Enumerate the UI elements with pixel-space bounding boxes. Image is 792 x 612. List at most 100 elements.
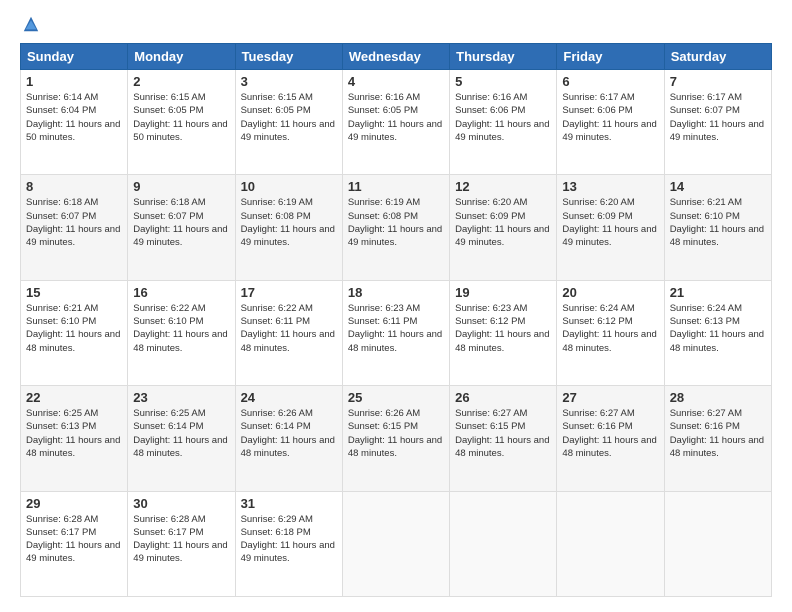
day-number: 26 xyxy=(455,390,551,405)
weekday-header-wednesday: Wednesday xyxy=(342,44,449,70)
daylight-label: Daylight: 11 hours and 48 minutes. xyxy=(670,224,764,248)
sunrise-label: Sunrise: 6:23 AM xyxy=(348,303,420,314)
day-number: 7 xyxy=(670,74,766,89)
logo xyxy=(20,15,40,33)
day-info: Sunrise: 6:28 AM Sunset: 6:17 PM Dayligh… xyxy=(26,513,122,566)
calendar-cell: 3 Sunrise: 6:15 AM Sunset: 6:05 PM Dayli… xyxy=(235,70,342,175)
day-info: Sunrise: 6:21 AM Sunset: 6:10 PM Dayligh… xyxy=(26,302,122,355)
sunrise-label: Sunrise: 6:19 AM xyxy=(241,197,313,208)
daylight-label: Daylight: 11 hours and 48 minutes. xyxy=(26,329,120,353)
day-info: Sunrise: 6:23 AM Sunset: 6:12 PM Dayligh… xyxy=(455,302,551,355)
sunrise-label: Sunrise: 6:29 AM xyxy=(241,514,313,525)
day-number: 3 xyxy=(241,74,337,89)
calendar-cell xyxy=(450,491,557,596)
day-number: 19 xyxy=(455,285,551,300)
day-number: 22 xyxy=(26,390,122,405)
day-number: 21 xyxy=(670,285,766,300)
daylight-label: Daylight: 11 hours and 49 minutes. xyxy=(26,540,120,564)
day-number: 14 xyxy=(670,179,766,194)
calendar-cell: 15 Sunrise: 6:21 AM Sunset: 6:10 PM Dayl… xyxy=(21,280,128,385)
day-number: 18 xyxy=(348,285,444,300)
daylight-label: Daylight: 11 hours and 48 minutes. xyxy=(670,329,764,353)
sunset-label: Sunset: 6:13 PM xyxy=(670,316,740,327)
week-row-4: 22 Sunrise: 6:25 AM Sunset: 6:13 PM Dayl… xyxy=(21,386,772,491)
daylight-label: Daylight: 11 hours and 49 minutes. xyxy=(348,224,442,248)
day-number: 10 xyxy=(241,179,337,194)
sunrise-label: Sunrise: 6:22 AM xyxy=(133,303,205,314)
day-info: Sunrise: 6:21 AM Sunset: 6:10 PM Dayligh… xyxy=(670,196,766,249)
calendar-cell: 29 Sunrise: 6:28 AM Sunset: 6:17 PM Dayl… xyxy=(21,491,128,596)
day-number: 17 xyxy=(241,285,337,300)
calendar-cell xyxy=(342,491,449,596)
day-info: Sunrise: 6:20 AM Sunset: 6:09 PM Dayligh… xyxy=(455,196,551,249)
daylight-label: Daylight: 11 hours and 48 minutes. xyxy=(241,435,335,459)
daylight-label: Daylight: 11 hours and 49 minutes. xyxy=(133,224,227,248)
day-number: 25 xyxy=(348,390,444,405)
sunset-label: Sunset: 6:12 PM xyxy=(562,316,632,327)
logo-icon xyxy=(22,15,40,33)
calendar-cell: 28 Sunrise: 6:27 AM Sunset: 6:16 PM Dayl… xyxy=(664,386,771,491)
sunrise-label: Sunrise: 6:27 AM xyxy=(562,408,634,419)
sunrise-label: Sunrise: 6:17 AM xyxy=(562,92,634,103)
day-number: 11 xyxy=(348,179,444,194)
daylight-label: Daylight: 11 hours and 50 minutes. xyxy=(26,119,120,143)
sunset-label: Sunset: 6:09 PM xyxy=(455,211,525,222)
sunset-label: Sunset: 6:16 PM xyxy=(670,421,740,432)
sunrise-label: Sunrise: 6:26 AM xyxy=(348,408,420,419)
sunset-label: Sunset: 6:11 PM xyxy=(241,316,311,327)
sunrise-label: Sunrise: 6:14 AM xyxy=(26,92,98,103)
day-number: 16 xyxy=(133,285,229,300)
day-info: Sunrise: 6:27 AM Sunset: 6:16 PM Dayligh… xyxy=(562,407,658,460)
sunrise-label: Sunrise: 6:20 AM xyxy=(455,197,527,208)
calendar-cell: 12 Sunrise: 6:20 AM Sunset: 6:09 PM Dayl… xyxy=(450,175,557,280)
calendar-cell: 11 Sunrise: 6:19 AM Sunset: 6:08 PM Dayl… xyxy=(342,175,449,280)
weekday-header-row: SundayMondayTuesdayWednesdayThursdayFrid… xyxy=(21,44,772,70)
daylight-label: Daylight: 11 hours and 48 minutes. xyxy=(562,329,656,353)
sunrise-label: Sunrise: 6:20 AM xyxy=(562,197,634,208)
daylight-label: Daylight: 11 hours and 48 minutes. xyxy=(133,435,227,459)
day-info: Sunrise: 6:16 AM Sunset: 6:06 PM Dayligh… xyxy=(455,91,551,144)
calendar-table: SundayMondayTuesdayWednesdayThursdayFrid… xyxy=(20,43,772,597)
day-number: 20 xyxy=(562,285,658,300)
day-number: 29 xyxy=(26,496,122,511)
calendar-cell xyxy=(664,491,771,596)
day-info: Sunrise: 6:25 AM Sunset: 6:14 PM Dayligh… xyxy=(133,407,229,460)
sunset-label: Sunset: 6:11 PM xyxy=(348,316,418,327)
sunset-label: Sunset: 6:15 PM xyxy=(348,421,418,432)
calendar-cell: 26 Sunrise: 6:27 AM Sunset: 6:15 PM Dayl… xyxy=(450,386,557,491)
sunset-label: Sunset: 6:14 PM xyxy=(241,421,311,432)
sunset-label: Sunset: 6:14 PM xyxy=(133,421,203,432)
daylight-label: Daylight: 11 hours and 48 minutes. xyxy=(241,329,335,353)
sunrise-label: Sunrise: 6:16 AM xyxy=(348,92,420,103)
page: SundayMondayTuesdayWednesdayThursdayFrid… xyxy=(0,0,792,612)
daylight-label: Daylight: 11 hours and 49 minutes. xyxy=(562,119,656,143)
day-number: 9 xyxy=(133,179,229,194)
day-info: Sunrise: 6:28 AM Sunset: 6:17 PM Dayligh… xyxy=(133,513,229,566)
daylight-label: Daylight: 11 hours and 49 minutes. xyxy=(670,119,764,143)
daylight-label: Daylight: 11 hours and 49 minutes. xyxy=(241,540,335,564)
calendar-cell: 1 Sunrise: 6:14 AM Sunset: 6:04 PM Dayli… xyxy=(21,70,128,175)
day-info: Sunrise: 6:26 AM Sunset: 6:15 PM Dayligh… xyxy=(348,407,444,460)
sunset-label: Sunset: 6:05 PM xyxy=(241,105,311,116)
day-info: Sunrise: 6:17 AM Sunset: 6:07 PM Dayligh… xyxy=(670,91,766,144)
day-number: 5 xyxy=(455,74,551,89)
calendar-cell: 22 Sunrise: 6:25 AM Sunset: 6:13 PM Dayl… xyxy=(21,386,128,491)
calendar-cell: 7 Sunrise: 6:17 AM Sunset: 6:07 PM Dayli… xyxy=(664,70,771,175)
day-number: 6 xyxy=(562,74,658,89)
day-info: Sunrise: 6:14 AM Sunset: 6:04 PM Dayligh… xyxy=(26,91,122,144)
sunrise-label: Sunrise: 6:16 AM xyxy=(455,92,527,103)
sunset-label: Sunset: 6:10 PM xyxy=(26,316,96,327)
day-number: 12 xyxy=(455,179,551,194)
sunset-label: Sunset: 6:15 PM xyxy=(455,421,525,432)
week-row-3: 15 Sunrise: 6:21 AM Sunset: 6:10 PM Dayl… xyxy=(21,280,772,385)
calendar-cell: 17 Sunrise: 6:22 AM Sunset: 6:11 PM Dayl… xyxy=(235,280,342,385)
daylight-label: Daylight: 11 hours and 49 minutes. xyxy=(133,540,227,564)
calendar-cell: 20 Sunrise: 6:24 AM Sunset: 6:12 PM Dayl… xyxy=(557,280,664,385)
sunset-label: Sunset: 6:16 PM xyxy=(562,421,632,432)
day-number: 30 xyxy=(133,496,229,511)
sunset-label: Sunset: 6:17 PM xyxy=(26,527,96,538)
calendar-cell: 16 Sunrise: 6:22 AM Sunset: 6:10 PM Dayl… xyxy=(128,280,235,385)
day-info: Sunrise: 6:15 AM Sunset: 6:05 PM Dayligh… xyxy=(241,91,337,144)
sunset-label: Sunset: 6:08 PM xyxy=(348,211,418,222)
header xyxy=(20,15,772,33)
